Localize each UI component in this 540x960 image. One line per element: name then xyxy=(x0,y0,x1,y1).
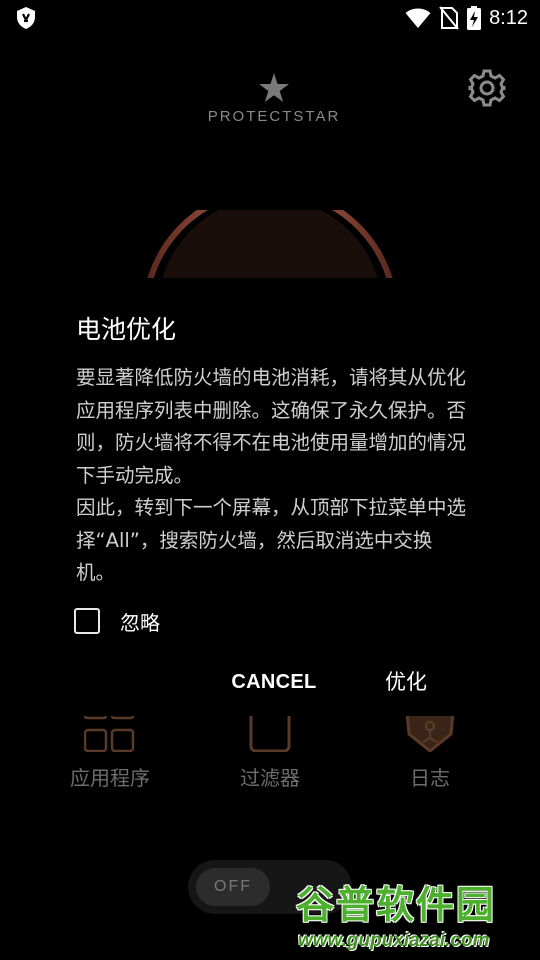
ignore-checkbox-label: 忽略 xyxy=(120,610,160,635)
nav-label-filter: 过滤器 xyxy=(240,766,300,790)
app-shield-icon xyxy=(17,7,35,29)
cancel-button[interactable]: CANCEL xyxy=(222,666,326,698)
status-time: 8:12 xyxy=(489,6,528,29)
status-icons: 8:12 xyxy=(405,4,528,32)
no-sim-icon xyxy=(439,6,459,30)
ignore-checkbox[interactable] xyxy=(74,608,100,634)
dialog-message-paragraph-1: 要显著降低防火墙的电池消耗，请将其从优化应用程序列表中删除。这确保了永久保护。否… xyxy=(76,366,467,487)
status-bar: 8:12 xyxy=(0,0,540,36)
watermark-url: www.gupuxiazai.com xyxy=(298,930,490,951)
dialog-title: 电池优化 xyxy=(76,315,177,344)
log-icon xyxy=(405,712,455,752)
apps-grid-icon xyxy=(84,712,135,752)
toggle-knob: OFF xyxy=(196,868,270,906)
dialog-message: 要显著降低防火墙的电池消耗，请将其从优化应用程序列表中删除。这确保了永久保护。否… xyxy=(76,362,466,590)
filter-icon xyxy=(249,712,291,752)
brand-logo: PROTECTSTAR xyxy=(194,72,354,125)
watermark-text: 谷普软件园 xyxy=(296,883,497,927)
ignore-checkbox-row[interactable]: 忽略 xyxy=(74,606,160,636)
nav-label-log: 日志 xyxy=(410,766,450,790)
battery-optimization-dialog: 电池优化 要显著降低防火墙的电池消耗，请将其从优化应用程序列表中删除。这确保了永… xyxy=(40,278,500,716)
star-icon xyxy=(259,73,289,102)
nav-item-log[interactable]: 日志 xyxy=(370,712,490,791)
optimize-button[interactable]: 优化 xyxy=(370,666,442,698)
brand-name: PROTECTSTAR xyxy=(207,108,341,125)
nav-label-apps: 应用程序 xyxy=(70,766,150,790)
dialog-message-paragraph-2: 因此，转到下一个屏幕，从顶部下拉菜单中选择“All”，搜索防火墙，然后取消选中交… xyxy=(76,496,467,584)
nav-item-filter[interactable]: 过滤器 xyxy=(210,712,330,791)
gear-icon[interactable] xyxy=(467,68,507,108)
wifi-icon xyxy=(405,8,431,28)
battery-charging-icon xyxy=(467,6,482,30)
watermark: 谷普软件园 www.gupuxiazai.com xyxy=(294,872,540,960)
nav-item-apps[interactable]: 应用程序 xyxy=(50,712,170,791)
status-dial xyxy=(140,210,400,280)
